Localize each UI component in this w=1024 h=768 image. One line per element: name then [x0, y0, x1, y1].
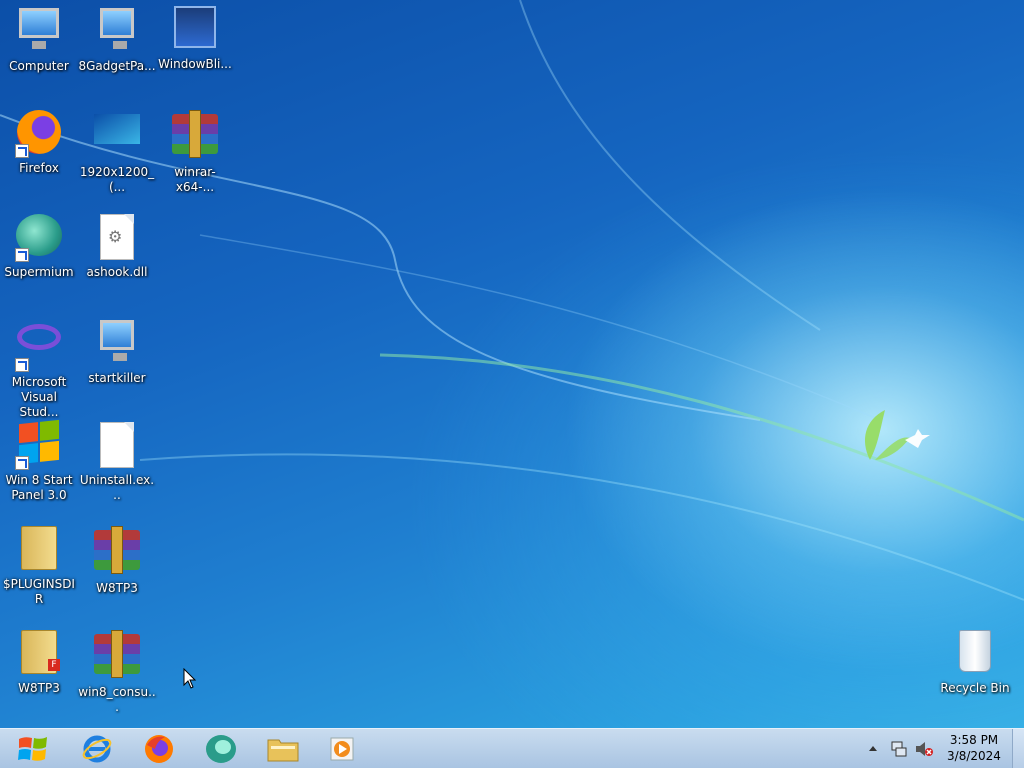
desktop-icon-win8-start-panel[interactable]: Win 8 Start Panel 3.0: [0, 416, 78, 503]
shortcut-arrow-icon: [15, 456, 29, 470]
firefox-icon: [15, 110, 63, 158]
desktop-icon-recycle-bin[interactable]: Recycle Bin: [936, 624, 1014, 696]
computer-icon: [15, 8, 63, 56]
taskbar-media-player[interactable]: [320, 731, 366, 767]
recycle-bin-icon: [951, 630, 999, 678]
shortcut-arrow-icon: [15, 358, 29, 372]
folder-icon: [15, 526, 63, 574]
icon-label: Firefox: [19, 161, 59, 175]
taskbar-supermium[interactable]: [198, 731, 244, 767]
taskbar-firefox[interactable]: [136, 731, 182, 767]
desktop-icon-ashook-dll[interactable]: ⚙ ashook.dll: [78, 208, 156, 280]
clock-date: 3/8/2024: [947, 749, 1001, 763]
internet-explorer-icon: [82, 735, 112, 763]
desktop-icon-visual-studio[interactable]: Microsoft Visual Stud...: [0, 312, 78, 420]
supermium-icon: [15, 214, 63, 262]
desktop-icon-uninstall-exe[interactable]: Uninstall.ex...: [78, 416, 156, 503]
desktop-icon-pluginsdir[interactable]: $PLUGINSDIR: [0, 520, 78, 607]
icon-label: W8TP3: [96, 581, 138, 595]
network-icon[interactable]: [890, 740, 908, 758]
clock-time: 3:58 PM: [949, 733, 999, 747]
installer-icon: [93, 320, 141, 368]
icon-label: Computer: [9, 59, 69, 73]
icon-label: Microsoft Visual Stud...: [11, 375, 67, 419]
icon-label: Uninstall.ex...: [79, 473, 155, 502]
bird-logo: [905, 429, 930, 448]
desktop-icon-windowblinds[interactable]: WindowBli...: [156, 0, 234, 72]
icon-label: 1920x1200_(...: [79, 165, 155, 194]
mouse-cursor-icon: [183, 668, 197, 689]
shortcut-arrow-icon: [15, 144, 29, 158]
desktop-icon-firefox[interactable]: Firefox: [0, 104, 78, 176]
icon-label: $PLUGINSDIR: [3, 577, 75, 606]
desktop-icon-startkiller[interactable]: startkiller: [78, 312, 156, 386]
windowblinds-icon: [171, 6, 219, 54]
shortcut-arrow-icon: [15, 248, 29, 262]
folder-icon: [267, 739, 299, 762]
winrar-archive-icon: [93, 630, 141, 682]
leaf-logo: [865, 410, 910, 460]
taskbar: 3:58 PM 3/8/2024: [0, 728, 1024, 768]
windows-logo-icon: [15, 419, 63, 470]
desktop-icon-w8tp3-folder[interactable]: F W8TP3: [0, 624, 78, 696]
volume-muted-icon[interactable]: [914, 740, 934, 758]
media-player-icon: [330, 737, 354, 761]
winrar-archive-icon: [93, 526, 141, 578]
icon-label: W8TP3: [18, 681, 60, 695]
desktop-icon-win8-consumer[interactable]: win8_consu...: [78, 624, 156, 715]
desktop-icon-w8tp3-archive[interactable]: W8TP3: [78, 520, 156, 596]
visual-studio-icon: [15, 324, 63, 372]
show-hidden-icons-chevron-icon[interactable]: [868, 744, 878, 752]
icon-label: winrar-x64-...: [174, 165, 216, 194]
desktop-icon-wallpaper-image[interactable]: 1920x1200_(...: [78, 104, 156, 195]
desktop-icon-8gadgetpack[interactable]: 8GadgetPa...: [78, 0, 156, 74]
taskbar-file-explorer[interactable]: [260, 731, 306, 767]
show-desktop-button[interactable]: [1012, 729, 1024, 768]
image-file-icon: [93, 114, 141, 162]
icon-label: startkiller: [88, 371, 146, 385]
taskbar-clock[interactable]: 3:58 PM 3/8/2024: [940, 732, 1008, 764]
icon-label: ashook.dll: [86, 265, 148, 279]
icon-label: WindowBli...: [158, 57, 232, 71]
desktop-icon-supermium[interactable]: Supermium: [0, 208, 78, 280]
icon-label: Recycle Bin: [940, 681, 1010, 695]
firefox-icon: [145, 735, 173, 763]
winrar-icon: [171, 110, 219, 162]
start-button[interactable]: [10, 731, 56, 767]
folder-icon: F: [15, 630, 63, 678]
dll-file-icon: ⚙: [93, 214, 141, 262]
desktop-icon-winrar-installer[interactable]: winrar-x64-...: [156, 104, 234, 195]
taskbar-internet-explorer[interactable]: [74, 731, 120, 767]
installer-icon: [93, 8, 141, 56]
blank-file-icon: [93, 422, 141, 470]
icon-label: 8GadgetPa...: [78, 59, 156, 73]
icon-label: win8_consu...: [78, 685, 156, 714]
supermium-icon: [206, 735, 236, 763]
icon-label: Supermium: [4, 265, 74, 279]
desktop-icon-computer[interactable]: Computer: [0, 0, 78, 74]
windows-logo-icon: [18, 737, 47, 761]
icon-label: Win 8 Start Panel 3.0: [5, 473, 73, 502]
